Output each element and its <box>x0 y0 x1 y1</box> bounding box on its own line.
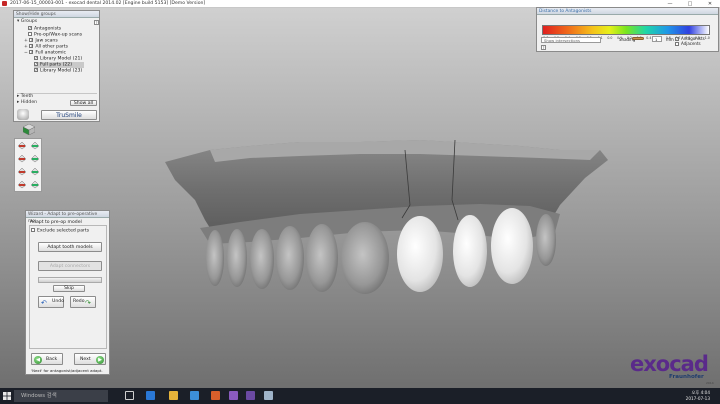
show-intersections-select[interactable]: Show intersections <box>541 37 601 43</box>
checkbox-icon[interactable] <box>34 56 38 60</box>
unit-label: mm <box>666 37 674 42</box>
next-arrow-icon: ▶ <box>96 356 104 364</box>
checkbox-icon[interactable] <box>675 42 679 46</box>
tree-item-label: Library Model (23) <box>40 68 83 74</box>
scale-label: 0.0 <box>607 36 613 40</box>
checkbox-icon[interactable] <box>29 50 34 54</box>
file-explorer-icon[interactable] <box>169 391 178 400</box>
clock-date: 2017-07-13 <box>685 395 710 401</box>
scale-label: 0.4 <box>646 36 652 40</box>
view-left-icon[interactable] <box>17 154 27 163</box>
skip-button[interactable]: Skip <box>53 285 85 292</box>
task-view-icon[interactable] <box>125 391 134 400</box>
tree-item-label: Full anatomic <box>35 50 67 56</box>
windows-taskbar: Windows 검색 오후 4:04 2017-07-13 <box>0 388 720 404</box>
trusmile-button[interactable]: TruSmile <box>41 110 97 120</box>
next-label: Next <box>80 357 91 362</box>
exocad-taskbar-icon[interactable] <box>229 391 238 400</box>
tree-item-label: Antagonists <box>34 26 62 32</box>
teeth-section-header[interactable]: ▸ Teeth <box>17 93 97 99</box>
checkbox-icon[interactable] <box>29 44 34 48</box>
groups-section-header[interactable]: ▾ Groups <box>17 19 97 25</box>
view-bottom-left-icon[interactable] <box>17 167 27 176</box>
distance-help-icon[interactable]: ? <box>541 45 546 50</box>
view-front-right-icon[interactable] <box>30 141 40 150</box>
checkbox-icon[interactable] <box>31 228 35 232</box>
groups-panel: Show/Hide groups ▾ Groups ? Antagonists … <box>13 10 100 122</box>
adjacents-toggle[interactable]: Adjacents <box>675 41 701 47</box>
distance-color-scale <box>542 25 710 35</box>
store-icon[interactable] <box>190 391 199 400</box>
checkbox-icon[interactable] <box>34 62 38 66</box>
shading-value-input[interactable]: 1 <box>652 36 662 42</box>
scale-label: 1.0 <box>704 36 710 40</box>
groups-section-label: Groups <box>20 19 38 24</box>
exclude-label: Exclude selected parts <box>37 228 90 234</box>
view-back-right-icon[interactable] <box>30 180 40 189</box>
view-cube-icon[interactable] <box>23 124 35 135</box>
adapt-progress-bar <box>38 277 102 283</box>
taskbar-clock[interactable]: 오후 4:04 2017-07-13 <box>670 390 710 401</box>
groups-help-icon[interactable]: ? <box>94 20 99 25</box>
fraunhofer-logo: Fraunhofer <box>669 374 704 380</box>
tree-item-label: Library Model (21) <box>40 56 83 62</box>
undo-button[interactable]: ↶ Undo <box>38 296 64 308</box>
show-all-button[interactable]: Show all <box>70 100 97 106</box>
adapt-tooth-models-button[interactable]: Adapt tooth models <box>38 242 102 252</box>
tree-item-label: Jaw scans <box>35 38 58 44</box>
exocad-logo: exocad <box>630 352 709 376</box>
taskbar-search-box[interactable]: Windows 검색 <box>14 390 108 402</box>
tree-item-label: Pre-op/Wax-up scans <box>34 32 83 38</box>
wizard-panel: Wizard - Adapt to pre-operative mo... Ad… <box>25 210 110 375</box>
windows-start-icon[interactable] <box>3 392 11 400</box>
jaw-scan <box>165 139 608 294</box>
undo-arrow-icon: ↶ <box>41 299 47 307</box>
app-icon-1[interactable] <box>211 391 220 400</box>
wizard-footer-hint: 'Next' for antagonist/adjacent adapt. <box>31 368 103 373</box>
adjacents-label: Adjacents <box>681 41 701 46</box>
trusmile-logo <box>17 109 29 120</box>
redo-button[interactable]: Redo ↷ <box>70 296 96 308</box>
edge-browser-icon[interactable] <box>146 391 155 400</box>
hidden-section-label: Hidden <box>20 100 38 105</box>
distance-to-antagonists-panel: Distance to Antagonists -0.6 -0.5 -0.4 -… <box>536 7 719 52</box>
view-back-left-icon[interactable] <box>17 180 27 189</box>
tree-item-library-model-23[interactable]: Library Model (23) <box>34 68 82 74</box>
redo-label: Redo <box>73 299 85 304</box>
teeth-section-label: Teeth <box>20 94 34 99</box>
exclude-selected-parts-checkbox[interactable]: Exclude selected parts <box>31 228 89 234</box>
shading-slider[interactable] <box>632 37 644 40</box>
view-right-icon[interactable] <box>30 154 40 163</box>
version-label: 2014 <box>706 381 714 385</box>
app-icon-2[interactable] <box>264 391 273 400</box>
adapt-connectors-button: Adapt connectors <box>38 261 102 271</box>
groups-panel-title: Show/Hide groups <box>14 11 99 18</box>
view-front-left-icon[interactable] <box>17 141 27 150</box>
wizard-title: Wizard - Adapt to pre-operative mo... <box>26 211 109 224</box>
redo-arrow-icon: ↷ <box>85 299 91 307</box>
checkbox-icon[interactable] <box>28 26 32 30</box>
undo-label: Undo <box>52 299 65 304</box>
back-button[interactable]: ◀ Back <box>31 353 63 365</box>
exocad-app-icon <box>2 1 7 6</box>
tree-item-label: Full parts (22) <box>40 62 73 68</box>
tree-item-label: All other parts <box>35 44 68 50</box>
back-arrow-icon: ◀ <box>34 356 42 364</box>
distance-panel-title: Distance to Antagonists <box>537 8 718 15</box>
window-title: 2017-06-15_00003-001 - exocad dental 201… <box>10 1 206 6</box>
next-button[interactable]: Next ▶ <box>74 353 106 365</box>
view-bottom-right-icon[interactable] <box>30 167 40 176</box>
exocad-taskbar-icon-2[interactable] <box>246 391 255 400</box>
back-label: Back <box>46 357 58 362</box>
checkbox-icon[interactable] <box>28 32 32 36</box>
checkbox-icon[interactable] <box>34 68 38 72</box>
checkbox-icon[interactable] <box>29 38 34 42</box>
view-orientation-toolbar <box>14 138 42 192</box>
